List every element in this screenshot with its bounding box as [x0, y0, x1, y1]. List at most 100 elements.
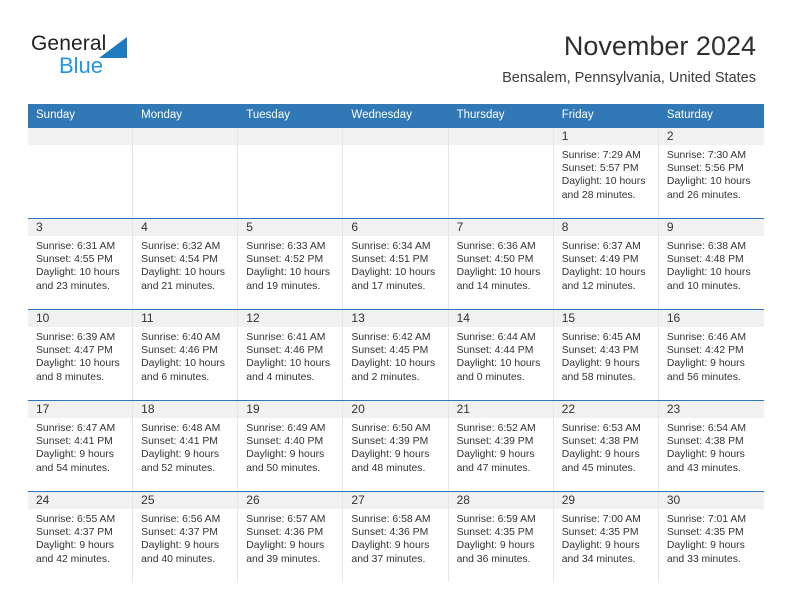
calendar-day-cell[interactable]: 6 Sunrise: 6:34 AM Sunset: 4:51 PM Daylight… [343, 219, 449, 309]
triangle-icon [99, 37, 127, 58]
daylight-line1-text: Daylight: 10 hours [246, 267, 331, 279]
daylight-line1-text: Daylight: 9 hours [666, 449, 745, 461]
calendar-day-cell[interactable]: 19 Sunrise: 6:49 AM Sunset: 4:40 PM Dayligh… [238, 401, 344, 491]
calendar-week-row: 17 Sunrise: 6:47 AM Sunset: 4:41 PM Dayligh… [28, 400, 764, 492]
calendar-day-cell[interactable]: 1 Sunrise: 7:29 AM Sunset: 5:57 PM Daylight… [553, 128, 659, 218]
sunrise-text: Sunrise: 6:32 AM [141, 241, 221, 252]
day-number [448, 128, 553, 145]
calendar-day-cell[interactable]: 13 Sunrise: 6:42 AM Sunset: 4:45 PM Dayligh… [343, 310, 449, 400]
calendar-day-cell[interactable]: 23 Sunrise: 6:54 AM Sunset: 4:38 PM Dayligh… [658, 401, 764, 491]
daylight-line1-text: Daylight: 10 hours [456, 267, 541, 279]
day-number: 17 [28, 401, 133, 418]
calendar-day-cell[interactable]: 10 Sunrise: 6:39 AM Sunset: 4:47 PM Dayligh… [28, 310, 134, 400]
calendar-day-cell-empty [28, 128, 134, 218]
daylight-line1-text: Daylight: 10 hours [36, 358, 120, 370]
day-sun-info: Sunrise: 6:49 AM Sunset: 4:40 PM Daylight:… [238, 418, 342, 475]
calendar-day-cell[interactable]: 11 Sunrise: 6:40 AM Sunset: 4:46 PM Dayligh… [133, 310, 239, 400]
daylight-line2-text: and 8 minutes. [36, 371, 105, 383]
sunset-text: Sunset: 4:52 PM [246, 254, 324, 266]
calendar-day-cell[interactable]: 3 Sunrise: 6:31 AM Sunset: 4:55 PM Daylight… [28, 219, 134, 309]
weekday-header-tuesday: Tuesday [238, 104, 344, 128]
daylight-line2-text: and 6 minutes. [141, 371, 210, 383]
sunset-text: Sunset: 4:38 PM [561, 436, 639, 448]
calendar-day-cell[interactable]: 9 Sunrise: 6:38 AM Sunset: 4:48 PM Daylight… [658, 219, 764, 309]
sunrise-text: Sunrise: 6:38 AM [666, 241, 746, 252]
weekday-header-monday: Monday [133, 104, 239, 128]
daylight-line1-text: Daylight: 10 hours [141, 267, 225, 279]
calendar-day-cell[interactable]: 24 Sunrise: 6:55 AM Sunset: 4:37 PM Dayligh… [28, 492, 134, 582]
brand-logo[interactable]: General Blue [31, 32, 211, 80]
sunrise-text: Sunrise: 6:31 AM [36, 241, 116, 252]
calendar-day-cell[interactable]: 27 Sunrise: 6:58 AM Sunset: 4:36 PM Dayligh… [343, 492, 449, 582]
daylight-line1-text: Daylight: 10 hours [351, 267, 436, 279]
day-number: 29 [553, 492, 658, 509]
day-sun-info: Sunrise: 6:48 AM Sunset: 4:41 PM Daylight:… [133, 418, 237, 475]
sunset-text: Sunset: 4:49 PM [561, 254, 639, 266]
daylight-line1-text: Daylight: 9 hours [561, 449, 640, 461]
day-number: 8 [553, 219, 658, 236]
sunrise-text: Sunrise: 7:29 AM [561, 150, 641, 161]
daylight-line1-text: Daylight: 9 hours [141, 449, 220, 461]
day-number: 13 [343, 310, 448, 327]
sunset-text: Sunset: 4:35 PM [561, 527, 639, 539]
day-sun-info: Sunrise: 6:50 AM Sunset: 4:39 PM Daylight:… [343, 418, 447, 475]
sunset-text: Sunset: 4:38 PM [666, 436, 744, 448]
sunrise-text: Sunrise: 7:01 AM [666, 514, 746, 525]
sunset-text: Sunset: 4:45 PM [351, 345, 429, 357]
calendar-day-cell[interactable]: 4 Sunrise: 6:32 AM Sunset: 4:54 PM Daylight… [133, 219, 239, 309]
calendar-day-cell[interactable]: 8 Sunrise: 6:37 AM Sunset: 4:49 PM Daylight… [553, 219, 659, 309]
day-number: 20 [343, 401, 448, 418]
day-sun-info: Sunrise: 6:44 AM Sunset: 4:44 PM Daylight:… [449, 327, 553, 384]
weekday-header-wednesday: Wednesday [343, 104, 449, 128]
sunset-text: Sunset: 4:48 PM [666, 254, 744, 266]
calendar-day-cell[interactable]: 28 Sunrise: 6:59 AM Sunset: 4:35 PM Dayligh… [448, 492, 554, 582]
calendar-day-cell[interactable]: 25 Sunrise: 6:56 AM Sunset: 4:37 PM Dayligh… [133, 492, 239, 582]
weekday-header-sunday: Sunday [28, 104, 134, 128]
calendar-week-row: 10 Sunrise: 6:39 AM Sunset: 4:47 PM Dayligh… [28, 309, 764, 401]
calendar-day-cell[interactable]: 20 Sunrise: 6:50 AM Sunset: 4:39 PM Dayligh… [343, 401, 449, 491]
sunset-text: Sunset: 4:37 PM [141, 527, 218, 539]
calendar-day-cell[interactable]: 2 Sunrise: 7:30 AM Sunset: 5:56 PM Daylight… [658, 128, 764, 218]
day-number: 27 [343, 492, 448, 509]
sunset-text: Sunset: 4:35 PM [666, 527, 744, 539]
sunset-text: Sunset: 4:54 PM [141, 254, 218, 266]
day-number: 21 [448, 401, 553, 418]
day-number: 15 [553, 310, 658, 327]
calendar-day-cell[interactable]: 7 Sunrise: 6:36 AM Sunset: 4:50 PM Daylight… [448, 219, 554, 309]
day-sun-info: Sunrise: 6:39 AM Sunset: 4:47 PM Daylight:… [28, 327, 132, 384]
sunset-text: Sunset: 4:37 PM [36, 527, 113, 539]
sunrise-text: Sunrise: 6:54 AM [666, 423, 746, 434]
daylight-line2-text: and 17 minutes. [351, 280, 426, 292]
day-number: 28 [448, 492, 553, 509]
calendar-day-cell[interactable]: 12 Sunrise: 6:41 AM Sunset: 4:46 PM Dayligh… [238, 310, 344, 400]
sunset-text: Sunset: 5:56 PM [666, 163, 744, 175]
day-sun-info: Sunrise: 6:47 AM Sunset: 4:41 PM Daylight:… [28, 418, 132, 475]
calendar-day-cell[interactable]: 22 Sunrise: 6:53 AM Sunset: 4:38 PM Dayligh… [553, 401, 659, 491]
calendar-day-cell[interactable]: 26 Sunrise: 6:57 AM Sunset: 4:36 PM Dayligh… [238, 492, 344, 582]
daylight-line1-text: Daylight: 10 hours [141, 358, 225, 370]
day-number: 7 [448, 219, 553, 236]
calendar-day-cell[interactable]: 15 Sunrise: 6:45 AM Sunset: 4:43 PM Dayligh… [553, 310, 659, 400]
calendar-day-cell[interactable]: 29 Sunrise: 7:00 AM Sunset: 4:35 PM Dayligh… [553, 492, 659, 582]
calendar-day-cell[interactable]: 14 Sunrise: 6:44 AM Sunset: 4:44 PM Dayligh… [448, 310, 554, 400]
daylight-line1-text: Daylight: 9 hours [246, 540, 325, 552]
calendar-day-cell[interactable]: 18 Sunrise: 6:48 AM Sunset: 4:41 PM Dayligh… [133, 401, 239, 491]
day-sun-info: Sunrise: 6:37 AM Sunset: 4:49 PM Daylight:… [554, 236, 658, 293]
calendar-day-cell[interactable]: 30 Sunrise: 7:01 AM Sunset: 4:35 PM Dayligh… [658, 492, 764, 582]
daylight-line1-text: Daylight: 9 hours [141, 540, 220, 552]
day-number [343, 128, 448, 145]
daylight-line2-text: and 54 minutes. [36, 462, 110, 474]
day-sun-info: Sunrise: 6:38 AM Sunset: 4:48 PM Daylight:… [659, 236, 764, 293]
calendar-day-cell[interactable]: 16 Sunrise: 6:46 AM Sunset: 4:42 PM Dayligh… [658, 310, 764, 400]
daylight-line1-text: Daylight: 9 hours [666, 540, 745, 552]
calendar-day-cell[interactable]: 5 Sunrise: 6:33 AM Sunset: 4:52 PM Daylight… [238, 219, 344, 309]
day-sun-info: Sunrise: 6:52 AM Sunset: 4:39 PM Daylight:… [449, 418, 553, 475]
calendar-week-row: 1 Sunrise: 7:29 AM Sunset: 5:57 PM Daylight… [28, 127, 764, 219]
daylight-line2-text: and 4 minutes. [246, 371, 315, 383]
calendar-day-cell[interactable]: 21 Sunrise: 6:52 AM Sunset: 4:39 PM Dayligh… [448, 401, 554, 491]
day-number: 4 [133, 219, 238, 236]
calendar-day-cell[interactable]: 17 Sunrise: 6:47 AM Sunset: 4:41 PM Dayligh… [28, 401, 134, 491]
day-number: 30 [658, 492, 764, 509]
daylight-line2-text: and 14 minutes. [456, 280, 531, 292]
daylight-line1-text: Daylight: 9 hours [561, 540, 640, 552]
